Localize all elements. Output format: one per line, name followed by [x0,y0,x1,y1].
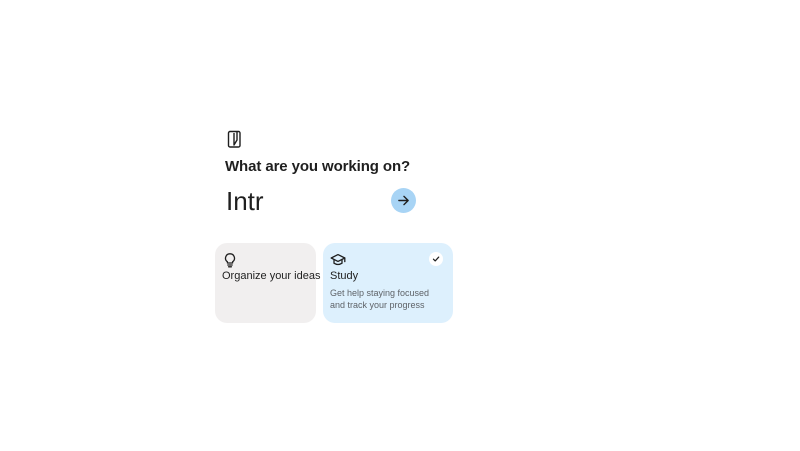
selected-badge [429,252,443,266]
card-study[interactable]: Study Get help staying focused and track… [323,243,453,323]
arrow-right-icon [398,195,409,206]
topic-input[interactable] [222,184,386,218]
card-title: Organize your ideas [222,270,321,282]
lightbulb-icon [224,253,236,268]
check-icon [432,256,440,262]
card-organize-ideas[interactable]: Organize your ideas [215,243,321,323]
card-title: Study [330,270,359,282]
card-description: Get help staying focused and track your … [330,288,430,310]
notebook-icon [227,130,241,148]
submit-button[interactable] [391,188,416,213]
prompt-title: What are you working on? [225,158,411,175]
graduation-cap-icon [330,253,346,266]
onboarding-screen: What are you working on? Organize your i… [0,0,800,451]
